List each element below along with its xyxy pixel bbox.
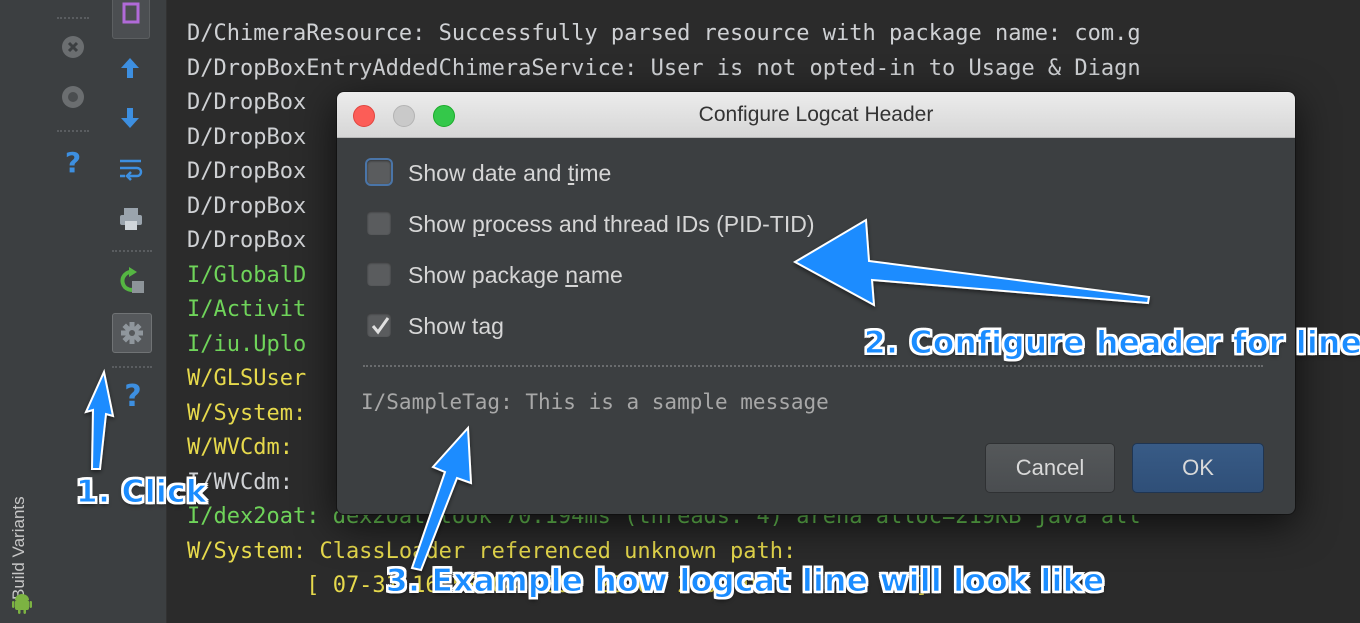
- gear-icon: [121, 322, 143, 344]
- log-line: D/DropBoxEntryAddedChimeraService: User …: [187, 55, 1141, 81]
- down-arrow-icon[interactable]: [118, 106, 142, 130]
- toolbar-separator: [57, 17, 89, 19]
- option-label: Show package name: [408, 262, 623, 288]
- settings-button[interactable]: [112, 313, 152, 353]
- option-label: Show process and thread IDs (PID-TID): [408, 211, 815, 237]
- toolbar-separator: [112, 250, 152, 252]
- svg-text:?: ?: [65, 146, 81, 178]
- build-variants-tab[interactable]: Build Variants: [6, 440, 32, 600]
- help-icon[interactable]: ?: [62, 146, 84, 178]
- soft-wrap-icon[interactable]: [117, 156, 145, 184]
- svg-text:?: ?: [124, 379, 141, 412]
- checkbox-show-package-name[interactable]: [367, 262, 391, 286]
- ok-button[interactable]: OK: [1132, 443, 1264, 493]
- logcat-toolbar-left: ?: [45, 0, 101, 623]
- toolbar-separator: [112, 366, 152, 368]
- checkbox-show-date-time[interactable]: [367, 160, 391, 184]
- cancel-button[interactable]: Cancel: [985, 443, 1115, 493]
- layout-icon[interactable]: [112, 0, 150, 39]
- dialog-titlebar: Configure Logcat Header: [337, 92, 1295, 138]
- android-icon: [12, 594, 32, 614]
- log-line: I/iu.Uplo: [187, 331, 307, 357]
- log-line: D/ChimeraResource: Successfully parsed r…: [187, 21, 1141, 46]
- checkbox-show-pid-tid[interactable]: [367, 211, 391, 235]
- annotation-click: 1. Click: [75, 474, 208, 511]
- option-label: Show tag: [408, 313, 504, 339]
- stop-icon[interactable]: [60, 34, 86, 60]
- checkbox-show-tag[interactable]: [367, 313, 391, 337]
- screen-icon[interactable]: [60, 84, 86, 110]
- print-icon[interactable]: [118, 206, 144, 232]
- tool-window-strip: Build Variants: [0, 0, 46, 623]
- option-label: Show date and time: [408, 160, 612, 186]
- up-arrow-icon[interactable]: [118, 56, 142, 80]
- logcat-toolbar-right: ?: [100, 0, 167, 623]
- annotation-example: 3. Example how logcat line will look lik…: [386, 563, 1105, 600]
- log-line: I/GlobalD: [187, 262, 307, 288]
- toolbar-separator: [57, 130, 89, 132]
- dialog-title: Configure Logcat Header: [698, 103, 934, 126]
- configure-logcat-header-dialog: Configure Logcat Header Show date and ti…: [337, 92, 1295, 514]
- annotation-configure: 2. Configure header for line: [863, 325, 1360, 362]
- checkmark-icon: [371, 317, 390, 335]
- sample-logcat-line: I/SampleTag: This is a sample message: [361, 390, 829, 414]
- help-icon[interactable]: ?: [120, 376, 146, 412]
- dialog-separator: [363, 365, 1263, 367]
- restart-icon[interactable]: [118, 266, 146, 294]
